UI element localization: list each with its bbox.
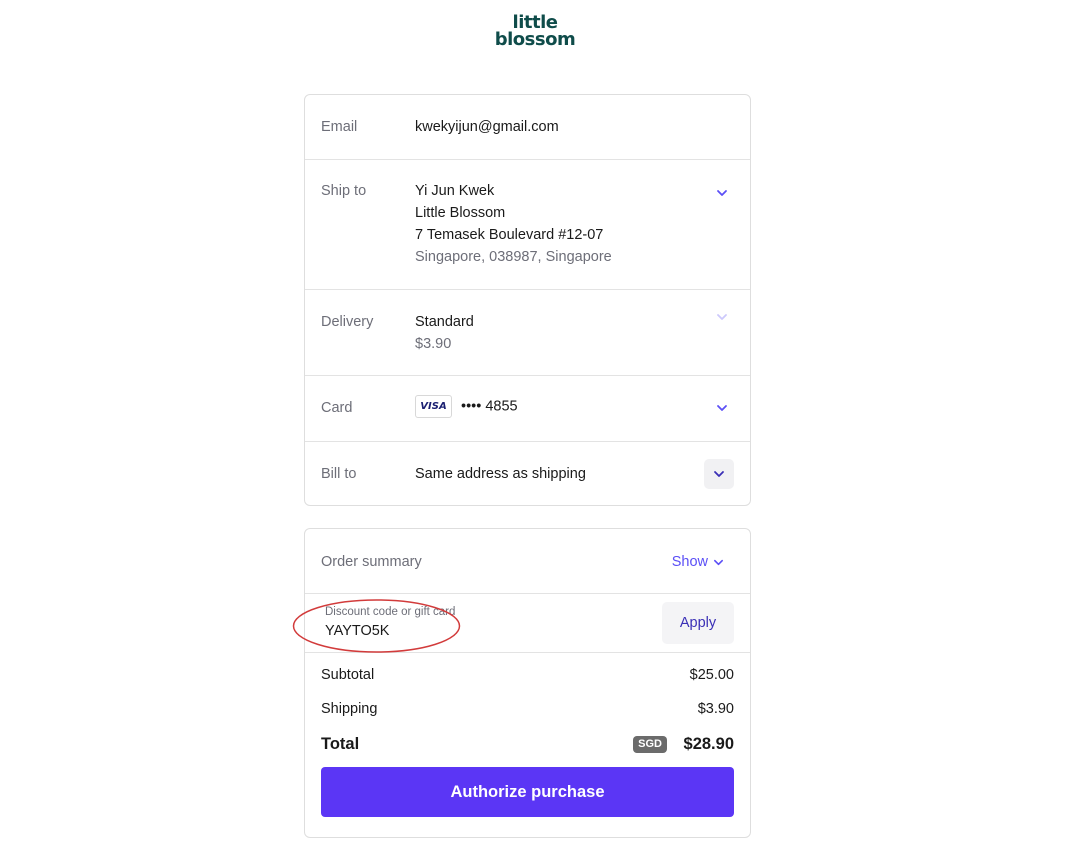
order-summary-show-button[interactable]: Show <box>672 554 724 570</box>
authorize-purchase-button[interactable]: Authorize purchase <box>321 767 734 817</box>
discount-input-label: Discount code or gift card <box>325 606 456 618</box>
delivery-chevron-down-icon <box>716 311 728 323</box>
visa-card-icon: VISA <box>415 395 452 418</box>
apply-discount-button[interactable]: Apply <box>662 602 734 644</box>
bill-to-chevron-down-icon <box>714 471 724 477</box>
show-label: Show <box>671 554 708 570</box>
shipping-cost-value: $3.90 <box>697 701 734 717</box>
discount-input[interactable]: YAYTO5K <box>325 623 389 639</box>
total-value: $28.90 <box>683 735 734 753</box>
discount-row: Discount code or gift card YAYTO5K Apply <box>305 593 750 653</box>
shipping-name: Yi Jun Kwek <box>415 183 495 199</box>
delivery-method: Standard <box>415 314 474 330</box>
delivery-info: Standard $3.90 <box>415 311 474 355</box>
card-row[interactable]: Card VISA •••• 4855 <box>305 375 750 442</box>
shipping-city-line: Singapore, 038987, Singapore <box>415 249 612 265</box>
email-label: Email <box>321 119 358 135</box>
delivery-price: $3.90 <box>415 336 452 352</box>
ship-to-row[interactable]: Ship to Yi Jun Kwek Little Blossom 7 Tem… <box>305 159 750 290</box>
card-number: •••• 4855 <box>461 398 518 415</box>
shipping-line: Shipping $3.90 <box>321 701 734 717</box>
order-summary-header: Order summary Show <box>305 529 750 594</box>
order-summary-title: Order summary <box>321 554 422 570</box>
bill-to-value: Same address as shipping <box>415 466 586 482</box>
order-summary-card: Order summary Show Discount code or gift… <box>304 528 751 838</box>
currency-badge: SGD <box>633 736 667 753</box>
delivery-label: Delivery <box>321 314 374 330</box>
card-info: VISA •••• 4855 <box>415 395 518 418</box>
total-label: Total <box>321 735 360 753</box>
subtotal-line: Subtotal $25.00 <box>321 667 734 683</box>
brand-logo-line2: blossom <box>494 29 576 50</box>
ship-to-label: Ship to <box>321 183 367 199</box>
email-value: kwekyijun@gmail.com <box>415 119 559 135</box>
ship-to-chevron-down-icon[interactable] <box>716 187 728 199</box>
shipping-address: Yi Jun Kwek Little Blossom 7 Temasek Bou… <box>415 180 612 268</box>
email-row: Email kwekyijun@gmail.com <box>305 95 750 160</box>
checkout-details-card: Email kwekyijun@gmail.com Ship to Yi Jun… <box>304 94 751 506</box>
delivery-row[interactable]: Delivery Standard $3.90 <box>305 289 750 376</box>
shipping-company: Little Blossom <box>415 205 506 221</box>
subtotal-value: $25.00 <box>689 667 734 683</box>
bill-to-row: Bill to Same address as shipping <box>305 441 750 505</box>
card-chevron-down-icon[interactable] <box>716 402 728 414</box>
bill-to-label: Bill to <box>321 466 357 482</box>
card-label: Card <box>321 400 353 416</box>
shipping-cost-label: Shipping <box>321 701 378 717</box>
shipping-street: 7 Temasek Boulevard #12-07 <box>415 227 604 243</box>
total-line: Total SGD $28.90 <box>321 735 734 754</box>
bill-to-dropdown-button[interactable] <box>704 459 734 489</box>
brand-logo: little blossom <box>0 14 1070 50</box>
subtotal-label: Subtotal <box>321 667 375 683</box>
show-chevron-down-icon <box>714 559 723 565</box>
